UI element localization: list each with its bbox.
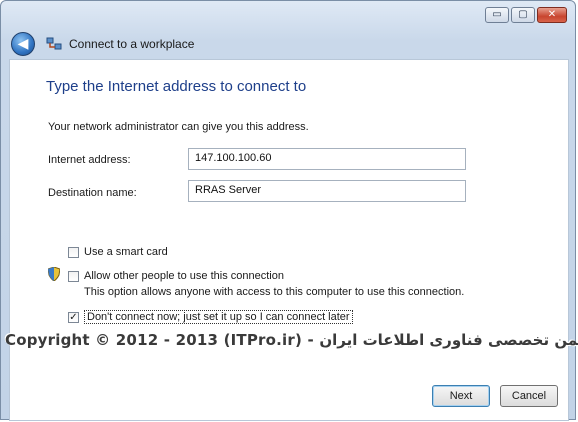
page-heading: Type the Internet address to connect to [46, 78, 307, 95]
dont-connect-option[interactable]: ✓ Don't connect now; just set it up so I… [68, 310, 353, 324]
back-arrow-icon[interactable]: ◀ [11, 32, 35, 56]
smart-card-checkbox[interactable] [68, 246, 79, 258]
maximize-button[interactable]: ▢ [511, 7, 535, 23]
header: ◀ Connect to a workplace [11, 31, 194, 57]
close-button[interactable]: ✕ [537, 7, 567, 23]
dont-connect-checkbox[interactable]: ✓ [68, 311, 79, 323]
network-connection-icon [45, 35, 63, 53]
page-description: Your network administrator can give you … [48, 121, 309, 133]
cancel-button[interactable]: Cancel [500, 385, 558, 407]
smart-card-label: Use a smart card [84, 246, 168, 258]
next-button[interactable]: Next [432, 385, 490, 407]
security-shield-icon [48, 267, 60, 281]
internet-address-input[interactable]: 147.100.100.60 [188, 148, 466, 170]
window-title: Connect to a workplace [69, 37, 195, 51]
destination-name-input[interactable]: RRAS Server [188, 180, 466, 202]
wizard-content: Type the Internet address to connect to … [9, 59, 569, 421]
dialog-window: ▭ ▢ ✕ ◀ Connect to a workplace Type the … [0, 0, 578, 421]
smart-card-option[interactable]: Use a smart card [68, 246, 168, 258]
destination-name-label: Destination name: [48, 187, 137, 199]
allow-others-note: This option allows anyone with access to… [84, 286, 465, 298]
allow-others-option[interactable]: Allow other people to use this connectio… [68, 270, 284, 282]
dont-connect-label: Don't connect now; just set it up so I c… [84, 310, 353, 324]
allow-others-checkbox[interactable] [68, 270, 79, 282]
minimize-button[interactable]: ▭ [485, 7, 509, 23]
allow-others-label: Allow other people to use this connectio… [84, 270, 284, 282]
caption-buttons: ▭ ▢ ✕ [485, 7, 567, 23]
copyright-watermark: Copyright © 2012 - 2013 (ITPro.ir) - انج… [5, 331, 578, 349]
internet-address-label: Internet address: [48, 154, 131, 166]
